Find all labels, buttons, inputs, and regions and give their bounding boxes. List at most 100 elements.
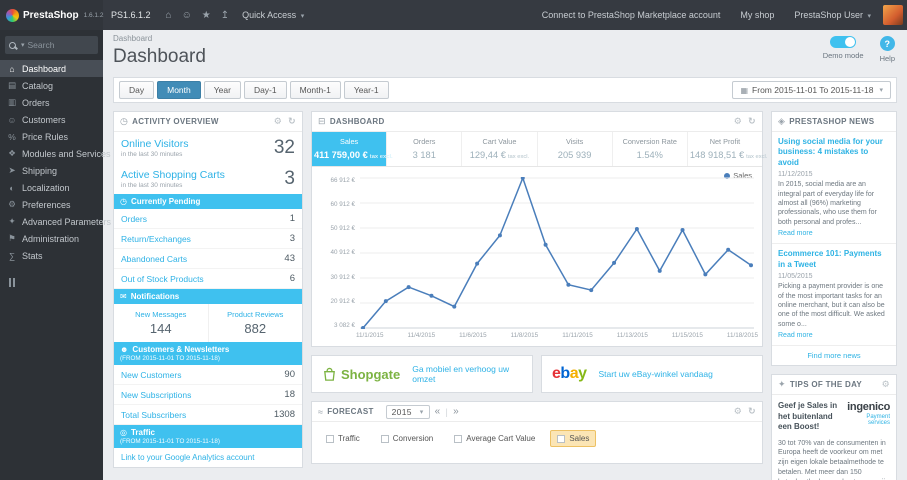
active-carts-sub: in the last 30 minutes [121,182,183,189]
news-headline-link[interactable]: Using social media for your business: 4 … [778,137,890,168]
previous-year-button[interactable]: « [435,406,441,417]
product-reviews-cell[interactable]: Product Reviews 882 [207,304,303,342]
returns-link[interactable]: Return/Exchanges [121,234,191,244]
next-year-button[interactable]: » [453,406,459,417]
total-subscribers-link[interactable]: Total Subscribers [121,410,186,420]
refresh-icon[interactable]: ↻ [748,406,756,417]
new-messages-cell[interactable]: New Messages 144 [114,304,208,342]
shop-icon[interactable]: ⌂ [166,10,172,21]
chip-label: Traffic [338,434,360,443]
demo-mode-toggle[interactable] [830,36,857,48]
y-tick-label: 66 912 € [330,177,355,184]
export-icon[interactable]: ↥ [221,10,229,21]
checkbox-icon [326,434,334,443]
marketplace-link[interactable]: Connect to PrestaShop Marketplace accoun… [542,10,721,20]
my-shop-link[interactable]: My shop [740,10,774,20]
range-button-month[interactable]: Month [157,81,201,99]
range-button-year-1[interactable]: Year-1 [343,81,389,99]
sidebar-item-orders[interactable]: ▥ Orders [0,94,103,111]
range-button-month-1[interactable]: Month-1 [289,81,341,99]
sidebar: ▾ ⌂ Dashboard ▤ Catalog ▥ Orders ☺ Custo… [0,30,111,480]
range-button-year[interactable]: Year [203,81,241,99]
panel-activity-overview: ◷ ACTIVITY OVERVIEW ⚙ ↻ Online Visitors … [113,111,303,468]
x-tick-label: 11/18/2015 [726,332,758,339]
gear-icon[interactable]: ⚙ [734,406,742,417]
sidebar-item-stats[interactable]: ∑ Stats [0,247,103,264]
search-input[interactable] [27,40,86,50]
range-button-day[interactable]: Day [119,81,155,99]
notifications-title: Notifications [130,292,180,301]
stat-tab-sales[interactable]: Sales 411 759,00 € tax excl. [312,132,393,166]
stat-tab-visits[interactable]: Visits 205 939 [536,132,612,166]
person-icon[interactable]: ☺ [182,10,192,21]
data-point [589,288,594,293]
search-icon [9,41,16,49]
forecast-legend-sales[interactable]: Sales [550,430,597,447]
panel-tools: ⚙ ↻ [734,116,756,127]
sidebar-item-administration[interactable]: ⚑ Administration [0,230,103,247]
stat-tab-conversion-rate[interactable]: Conversion Rate 1.54% [611,132,687,166]
refresh-icon[interactable]: ↻ [288,116,296,127]
news-article: Using social media for your business: 4 … [772,132,896,243]
breadcrumb[interactable]: Dashboard [113,34,206,43]
gear-icon[interactable]: ⚙ [882,379,890,390]
tips-top: Geef je Sales in het buitenland een Boos… [778,401,890,432]
forecast-legend-average-cart-value[interactable]: Average Cart Value [448,431,541,446]
new-subscriptions-link[interactable]: New Subscriptions [121,390,191,400]
sidebar-item-modules[interactable]: ❖ Modules and Services [0,145,110,162]
forecast-legend-conversion[interactable]: Conversion [375,431,439,446]
google-analytics-link[interactable]: Link to your Google Analytics account [114,448,302,467]
abandoned-carts-link[interactable]: Abandoned Carts [121,254,187,264]
ebay-letter: y [578,365,587,382]
sidebar-item-shipping[interactable]: ➤ Shipping [0,162,103,179]
bulb-icon: ✦ [778,379,786,390]
star-icon[interactable]: ★ [202,10,211,21]
sidebar-item-price-rules[interactable]: % Price Rules [0,128,103,145]
sidebar-item-catalog[interactable]: ▤ Catalog [0,77,103,94]
sidebar-item-localization[interactable]: ◐ Localization [0,179,103,196]
sidebar-item-preferences[interactable]: ⚙ Preferences [0,196,103,213]
gear-icon[interactable]: ⚙ [734,116,742,127]
chevron-down-icon: ▾ [879,87,883,94]
refresh-icon[interactable]: ↻ [748,116,756,127]
data-point [703,272,708,277]
help-icon[interactable]: ? [879,36,895,51]
stat-tab-cart-value[interactable]: Cart Value 129,44 € tax excl. [461,132,536,166]
forecast-year-select[interactable]: 2015 ▾ [385,404,430,419]
prestashop-logo[interactable]: PrestaShop 1.6.1.2 [0,0,103,30]
active-carts-value: 3 [284,168,295,189]
x-tick-label: 11/13/2015 [616,332,648,339]
sidebar-collapse-button[interactable] [9,278,15,287]
out-of-stock-link[interactable]: Out of Stock Products [121,274,204,284]
activity-row-new-customers: New Customers 90 [114,365,302,385]
sidebar-item-customers[interactable]: ☺ Customers [0,111,103,128]
quick-access-menu[interactable]: Quick Access ▾ [242,10,304,20]
sidebar-item-advanced-parameters[interactable]: ✦ Advanced Parameters [0,213,111,230]
orders-link[interactable]: Orders [121,214,147,224]
read-more-link[interactable]: Read more [778,332,813,339]
date-range-picker[interactable]: ▦ From 2015-11-01 To 2015-11-18 ▾ [732,81,891,99]
forecast-legend-traffic[interactable]: Traffic [320,431,366,446]
find-more-news-link[interactable]: Find more news [772,345,896,365]
stat-tab-net-profit[interactable]: Net Profit 148 918,51 € tax excl. [686,132,767,166]
sidebar-item-dashboard[interactable]: ⌂ Dashboard [0,60,103,77]
metric-text: Online Visitors in the last 30 minutes [121,138,189,158]
range-button-day-1[interactable]: Day-1 [243,81,287,99]
online-visitors-link[interactable]: Online Visitors [121,138,189,150]
avatar[interactable] [883,5,903,25]
active-carts-link[interactable]: Active Shopping Carts [121,169,225,181]
x-tick-label: 11/6/2015 [459,332,487,339]
user-menu[interactable]: PrestaShop User ▾ [794,10,871,20]
read-more-link[interactable]: Read more [778,230,813,237]
help-label: Help [879,54,895,63]
new-customers-link[interactable]: New Customers [121,370,181,380]
middle-column: ⊟ DASHBOARD ⚙ ↻ Sales 411 759,00 € tax ex… [311,111,767,464]
shopgate-link[interactable]: Ga mobiel en verhoog uw omzet [412,364,522,384]
data-point [406,285,411,290]
gear-icon[interactable]: ⚙ [274,116,282,127]
ebay-link[interactable]: Start uw eBay-winkel vandaag [599,369,713,379]
sidebar-search[interactable]: ▾ [5,36,98,54]
ingenico-logo: ingenico Payment services [843,401,890,432]
news-headline-link[interactable]: Ecommerce 101: Payments in a Tweet [778,249,890,270]
stat-tab-orders[interactable]: Orders 3 181 [386,132,461,166]
